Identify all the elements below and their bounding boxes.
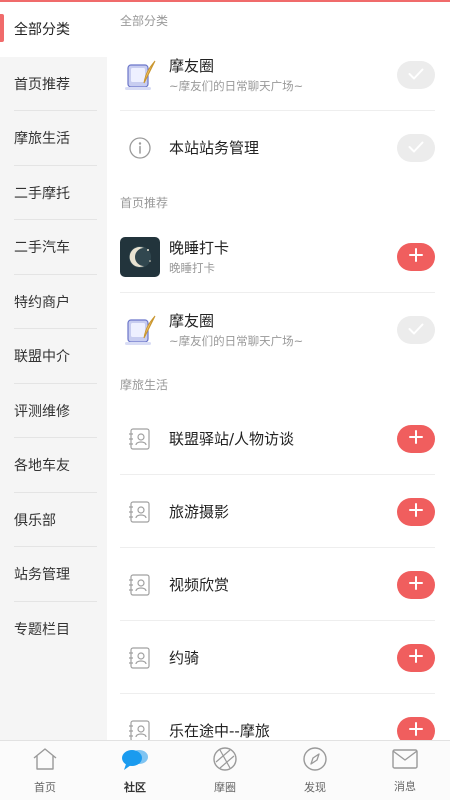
feather-pad-icon (120, 55, 160, 95)
check-icon (408, 320, 424, 339)
tab-label: 摩圈 (214, 781, 236, 794)
forum-row[interactable]: 摩友圈 ~摩友们的日常聊天广场~ (107, 293, 450, 366)
sidebar-item-all[interactable]: 全部分类 (0, 2, 107, 57)
forum-title: 摩友圈 (169, 56, 215, 75)
plus-icon (409, 721, 423, 740)
sidebar-item-label: 二手汽车 (14, 240, 70, 257)
sidebar-item-label: 站务管理 (14, 567, 70, 584)
home-icon (31, 746, 59, 776)
sidebar-item-label: 摩旅生活 (14, 131, 70, 148)
sidebar-item-label: 特约商户 (14, 294, 70, 311)
contact-card-icon (120, 492, 160, 532)
tab-label: 社区 (124, 781, 146, 794)
forum-row[interactable]: 摩友圈 ~摩友们的日常聊天广场~ (107, 38, 450, 111)
subscribe-button[interactable] (397, 242, 435, 271)
plus-icon (409, 648, 423, 667)
sidebar-item-label: 俱乐部 (14, 512, 56, 529)
subscribed-button[interactable] (397, 133, 435, 162)
forum-row[interactable]: 晚睡打卡 晚睡打卡 (107, 220, 450, 293)
tab-messages[interactable]: 消息 (360, 741, 450, 800)
plus-icon (409, 429, 423, 448)
feather-pad-icon (120, 310, 160, 350)
forum-list: 全部分类 摩友圈 ~摩友们的日常聊天广场~ 本站站务管理 首页推荐 晚睡打卡 晚… (107, 2, 450, 740)
plus-icon (409, 575, 423, 594)
sidebar-item-clubs[interactable]: 俱乐部 (0, 493, 107, 548)
sidebar-item-riders[interactable]: 各地车友 (0, 438, 107, 493)
mail-icon (391, 747, 419, 775)
contact-card-icon (120, 711, 160, 740)
sidebar-item-topics[interactable]: 专题栏目 (0, 602, 107, 657)
moon-avatar-icon (120, 236, 160, 277)
tab-home[interactable]: 首页 (0, 741, 90, 800)
check-icon (408, 138, 424, 157)
sidebar-item-merchants[interactable]: 特约商户 (0, 275, 107, 330)
bottom-tab-bar: 首页 社区 摩圈 发现 消息 (0, 740, 450, 800)
contact-card-icon (120, 565, 160, 605)
plus-icon (409, 247, 423, 266)
forum-subtitle: ~摩友们的日常聊天广场~ (169, 78, 304, 93)
forum-title: 乐在途中--摩旅 (169, 721, 270, 740)
subscribe-button[interactable] (397, 570, 435, 599)
sidebar-item-agency[interactable]: 联盟中介 (0, 329, 107, 384)
forum-row[interactable]: 乐在途中--摩旅 (107, 694, 450, 740)
sidebar-item-moto-travel[interactable]: 摩旅生活 (0, 111, 107, 166)
sidebar-item-review-repair[interactable]: 评测维修 (0, 384, 107, 439)
contact-card-icon (120, 419, 160, 459)
subscribe-button[interactable] (397, 497, 435, 526)
forum-row[interactable]: 联盟驿站/人物访谈 (107, 402, 450, 475)
sidebar-item-site-admin[interactable]: 站务管理 (0, 547, 107, 602)
tab-community[interactable]: 社区 (90, 741, 180, 800)
sidebar-item-label: 联盟中介 (14, 349, 70, 366)
tab-label: 发现 (304, 781, 326, 794)
sidebar-item-label: 评测维修 (14, 403, 70, 420)
compass-icon (302, 746, 328, 776)
tab-label: 消息 (394, 780, 416, 793)
forum-title: 视频欣赏 (169, 575, 230, 594)
chat-bubbles-icon (120, 746, 150, 776)
sidebar-item-label: 首页推荐 (14, 76, 70, 93)
forum-row[interactable]: 旅游摄影 (107, 475, 450, 548)
category-sidebar: 全部分类 首页推荐 摩旅生活 二手摩托 二手汽车 特约商户 联盟中介 评测维修 … (0, 2, 107, 740)
forum-row[interactable]: 约骑 (107, 621, 450, 694)
contact-card-icon (120, 638, 160, 678)
forum-title: 约骑 (169, 648, 200, 667)
section-title: 全部分类 (120, 13, 169, 28)
sidebar-item-label: 专题栏目 (14, 621, 70, 638)
sidebar-item-label: 各地车友 (14, 458, 70, 475)
aperture-icon (212, 746, 238, 776)
subscribe-button[interactable] (397, 643, 435, 672)
info-circle-icon (120, 128, 160, 168)
tab-label: 首页 (34, 781, 56, 794)
forum-title: 晚睡打卡 (169, 238, 230, 257)
sidebar-item-used-moto[interactable]: 二手摩托 (0, 166, 107, 221)
subscribe-button[interactable] (397, 424, 435, 453)
forum-title: 旅游摄影 (169, 502, 230, 521)
plus-icon (409, 502, 423, 521)
sidebar-item-label: 二手摩托 (14, 185, 70, 202)
section-title: 摩旅生活 (120, 377, 169, 392)
sidebar-item-used-car[interactable]: 二手汽车 (0, 220, 107, 275)
subscribe-button[interactable] (397, 716, 435, 740)
subscribed-button[interactable] (397, 315, 435, 344)
section-title: 首页推荐 (120, 195, 169, 210)
sidebar-item-label: 全部分类 (14, 22, 70, 39)
forum-title: 摩友圈 (169, 311, 215, 330)
forum-subtitle: ~摩友们的日常聊天广场~ (169, 333, 304, 348)
subscribed-button[interactable] (397, 60, 435, 89)
forum-subtitle: 晚睡打卡 (169, 260, 215, 275)
tab-discover[interactable]: 发现 (270, 741, 360, 800)
tab-moto-circle[interactable]: 摩圈 (180, 741, 270, 800)
sidebar-item-home-recommend[interactable]: 首页推荐 (0, 57, 107, 112)
forum-title: 联盟驿站/人物访谈 (169, 429, 295, 448)
forum-row[interactable]: 视频欣赏 (107, 548, 450, 621)
forum-row[interactable]: 本站站务管理 (107, 111, 450, 184)
check-icon (408, 65, 424, 84)
forum-title: 本站站务管理 (169, 138, 260, 157)
